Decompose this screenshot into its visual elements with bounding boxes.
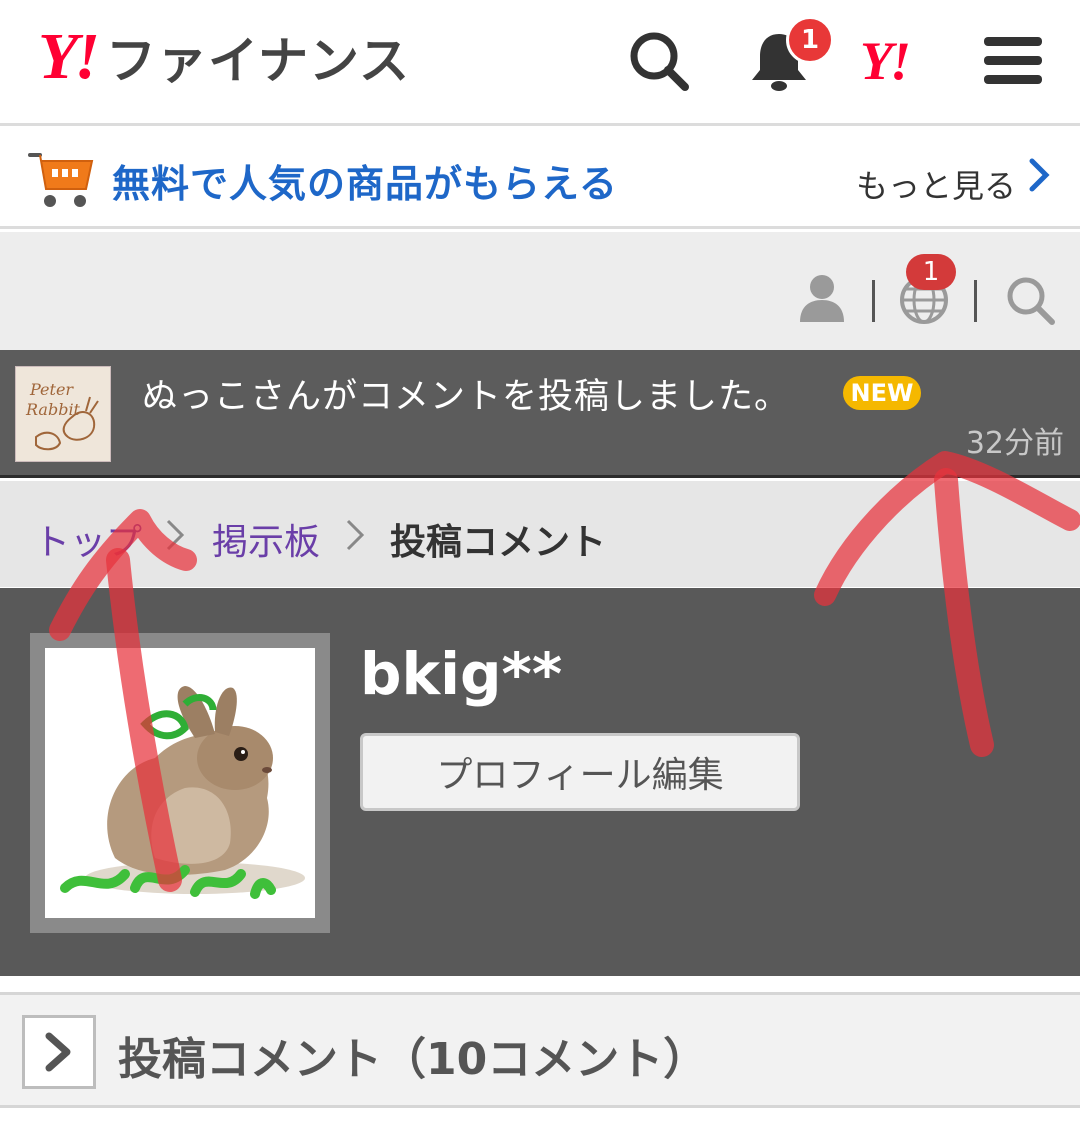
rabbit-avatar-image: [45, 648, 315, 918]
svg-text:Peter: Peter: [29, 380, 74, 399]
chevron-right-icon[interactable]: [1026, 157, 1052, 197]
section-title: 投稿コメント（10コメント）: [118, 1034, 708, 1085]
board-toolbar: [0, 232, 1080, 350]
breadcrumb-current: 投稿コメント: [390, 522, 607, 563]
new-badge: NEW: [843, 376, 921, 410]
globe-count-badge: 1: [906, 254, 956, 290]
breadcrumb-board-link[interactable]: 掲示板: [212, 513, 320, 565]
shopping-cart-icon: [28, 149, 98, 215]
toolbar-divider: [974, 280, 977, 322]
username: bkig**: [360, 640, 563, 708]
yahoo-japan-logo[interactable]: Y!: [860, 30, 911, 92]
board-search-icon[interactable]: [1004, 274, 1056, 330]
promo-text[interactable]: 無料で人気の商品がもらえる: [112, 153, 618, 208]
breadcrumb-top-link[interactable]: トップ: [34, 513, 142, 565]
notification-message: ぬっこさんがコメントを投稿しました。: [142, 377, 791, 417]
expand-toggle[interactable]: [22, 1015, 96, 1089]
promo-banner[interactable]: 無料で人気の商品がもらえる もっと見る: [0, 129, 1080, 229]
menu-icon[interactable]: [980, 28, 1046, 94]
app-header: Y! ファイナンス 1 Y!: [0, 0, 1080, 126]
notification-time: 32分前: [965, 426, 1064, 461]
peter-rabbit-thumbnail: Peter Rabbit: [15, 366, 111, 462]
chevron-right-icon: [45, 1032, 71, 1072]
logo-text: ファイナンス: [106, 32, 410, 90]
posted-comments-section[interactable]: 投稿コメント（10コメント）: [0, 992, 1080, 1108]
toolbar-divider: [872, 280, 875, 322]
logo-mark: Y!: [38, 20, 100, 93]
chevron-right-icon: [344, 517, 366, 557]
yahoo-finance-logo[interactable]: Y! ファイナンス: [38, 22, 410, 92]
page: Y! ファイナンス 1 Y! 無料で人気の商品がもらえる もっと見る 1 Pet…: [0, 0, 1080, 1122]
breadcrumb: トップ 掲示板 投稿コメント: [0, 481, 1080, 587]
more-link[interactable]: もっと見る: [856, 161, 1016, 207]
notification-count-badge: 1: [786, 16, 834, 64]
profile-panel: bkig** プロフィール編集: [0, 588, 1080, 976]
comment-notification[interactable]: Peter Rabbit ぬっこさんがコメントを投稿しました。 NEW 32分前: [0, 350, 1080, 478]
avatar: [30, 633, 330, 933]
chevron-right-icon: [164, 517, 186, 557]
user-icon[interactable]: [796, 272, 848, 328]
edit-profile-button[interactable]: プロフィール編集: [360, 733, 800, 811]
search-icon[interactable]: [626, 28, 692, 94]
